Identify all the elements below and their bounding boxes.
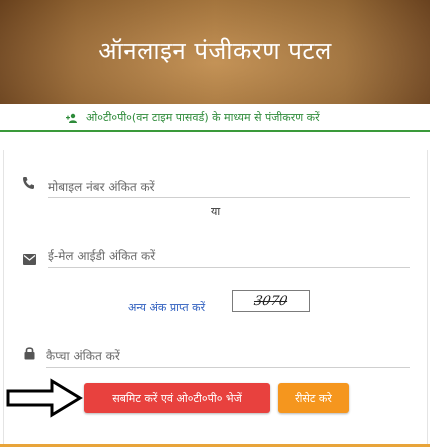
registration-mode-label: ओ०टी०पी०(वन टाइम पासवर्ड) के माध्यम से प… [66, 110, 320, 125]
phone-icon [23, 177, 34, 189]
refresh-captcha-link[interactable]: अन्य अंक प्राप्त करें [128, 300, 205, 315]
captcha-input[interactable] [46, 345, 410, 368]
or-separator: या [211, 205, 221, 218]
reset-button[interactable]: रीसेट करे [278, 383, 349, 413]
registration-mode-bar: ओ०टी०पी०(वन टाइम पासवर्ड) के माध्यम से प… [0, 104, 430, 132]
user-add-icon [66, 113, 77, 123]
captcha-image: 3070 [232, 290, 310, 312]
mobile-number-input[interactable] [48, 177, 410, 198]
submit-send-otp-button[interactable]: सबमिट करें एवं ओ०टी०पी० भेजें [84, 383, 270, 413]
captcha-code: 3070 [253, 293, 289, 309]
pointer-arrow-icon [6, 378, 83, 418]
lock-icon [24, 347, 35, 360]
mail-icon [23, 254, 36, 265]
page-title: ऑनलाइन पंजीकरण पटल [98, 37, 332, 65]
registration-mode-text: ओ०टी०पी०(वन टाइम पासवर्ड) के माध्यम से प… [86, 111, 320, 124]
email-input[interactable] [48, 245, 410, 268]
page-header: ऑनलाइन पंजीकरण पटल [0, 0, 430, 104]
